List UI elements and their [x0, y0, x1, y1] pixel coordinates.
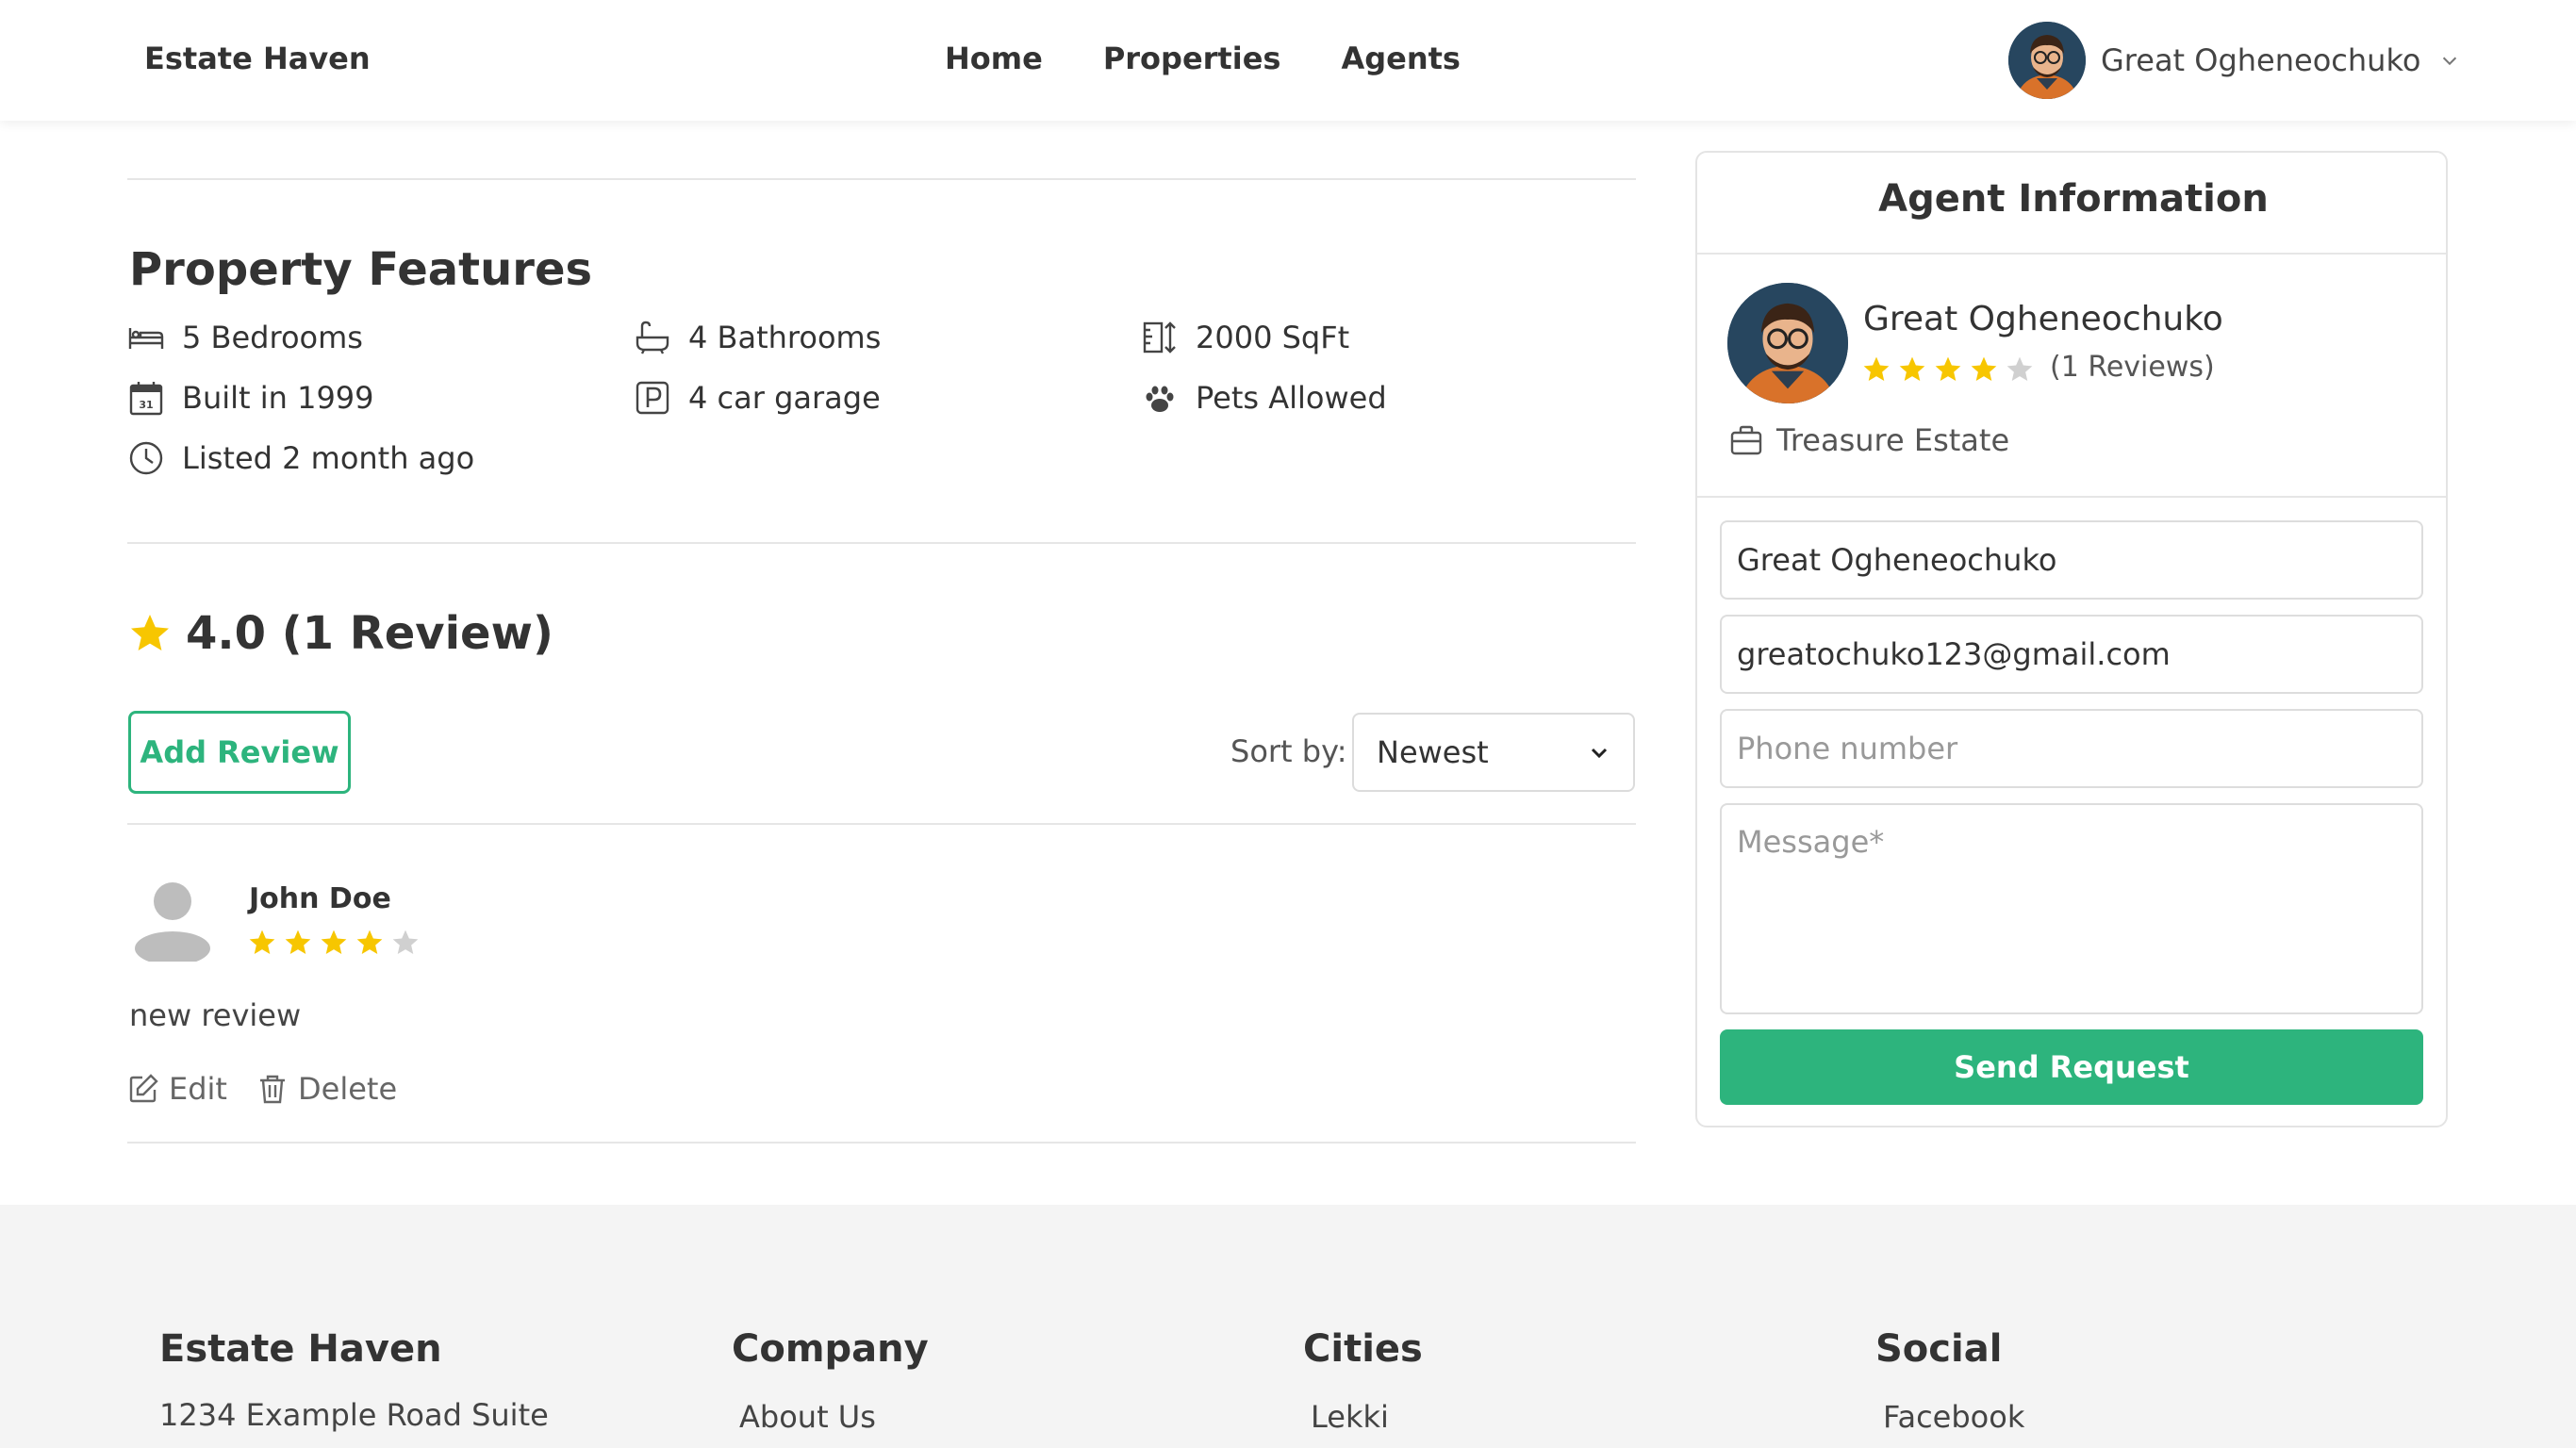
- edit-icon: [129, 1074, 158, 1103]
- feature-area: 2000 SqFt: [1141, 319, 1349, 356]
- feature-label: 2000 SqFt: [1196, 320, 1350, 355]
- main-nav: Home Properties Agents: [945, 41, 1461, 76]
- feature-label: Built in 1999: [182, 380, 374, 416]
- footer: Estate Haven 1234 Example Road Suite Com…: [0, 1205, 2576, 1448]
- rating-summary: 4.0 (1 Review): [127, 607, 553, 660]
- section-divider: [127, 823, 1636, 825]
- agent-card-title: Agent Information: [1878, 177, 2269, 221]
- star-filled-icon: [356, 930, 383, 954]
- nav-agents-link[interactable]: Agents: [1341, 41, 1461, 76]
- star-empty-icon: [392, 930, 419, 954]
- star-filled-icon: [1935, 356, 1961, 381]
- email-field[interactable]: greatochuko123@gmail.com: [1720, 615, 2423, 694]
- reviewer-name: John Doe: [249, 882, 391, 915]
- agent-review-count: (1 Reviews): [2050, 351, 2215, 384]
- footer-about-link[interactable]: About Us: [739, 1399, 876, 1435]
- feature-garage: 4 car garage: [634, 379, 881, 417]
- send-request-button[interactable]: Send Request: [1720, 1029, 2423, 1105]
- feature-label: 4 car garage: [688, 380, 881, 416]
- card-divider: [1697, 253, 2446, 255]
- agent-rating-stars: [1861, 354, 2035, 385]
- sort-select[interactable]: Newest: [1352, 713, 1635, 792]
- footer-facebook-link[interactable]: Facebook: [1883, 1399, 2024, 1435]
- chevron-down-icon: [2443, 57, 2457, 66]
- feature-listed: Listed 2 month ago: [127, 439, 474, 477]
- feature-built: 31 Built in 1999: [127, 379, 374, 417]
- footer-address: 1234 Example Road Suite: [159, 1397, 549, 1433]
- card-divider: [1697, 496, 2446, 498]
- sort-label: Sort by:: [1230, 733, 1347, 769]
- star-empty-icon: [2006, 356, 2033, 381]
- feature-bathrooms: 4 Bathrooms: [634, 319, 881, 356]
- agent-card: Agent Information Great Ogheneochuko (1 …: [1695, 151, 2448, 1127]
- name-field[interactable]: Great Ogheneochuko: [1720, 520, 2423, 600]
- star-filled-icon: [1863, 356, 1890, 381]
- section-divider: [127, 542, 1636, 544]
- feature-bedrooms: 5 Bedrooms: [127, 319, 363, 356]
- star-icon: [131, 615, 169, 650]
- agent-agency: Treasure Estate: [1729, 422, 2009, 458]
- section-divider: [127, 1142, 1636, 1144]
- top-navbar: Estate Haven Home Properties Agents Grea…: [0, 0, 2576, 121]
- review-text: new review: [129, 997, 302, 1033]
- star-filled-icon: [285, 930, 311, 954]
- star-filled-icon: [1899, 356, 1925, 381]
- edit-label: Edit: [169, 1071, 227, 1107]
- clock-icon: [129, 441, 163, 475]
- briefcase-icon: [1730, 425, 1762, 455]
- star-filled-icon: [321, 930, 347, 954]
- features-title: Property Features: [129, 243, 593, 296]
- section-divider: [127, 178, 1636, 180]
- feature-label: 5 Bedrooms: [182, 320, 363, 355]
- footer-cities-title: Cities: [1303, 1327, 1423, 1371]
- trash-icon: [260, 1075, 285, 1104]
- svg-text:31: 31: [139, 399, 153, 411]
- user-avatar: [2008, 22, 2086, 99]
- paw-icon: [1146, 386, 1174, 412]
- agent-avatar: [1727, 283, 1848, 403]
- feature-pets: Pets Allowed: [1141, 379, 1387, 417]
- message-field[interactable]: Message*: [1720, 803, 2423, 1014]
- footer-company-title: Company: [732, 1327, 929, 1371]
- bathtub-icon: [636, 321, 669, 354]
- rating-summary-text: 4.0 (1 Review): [186, 607, 553, 660]
- star-filled-icon: [249, 930, 275, 954]
- nav-home-link[interactable]: Home: [945, 41, 1043, 76]
- parking-icon: [636, 381, 669, 415]
- reviewer-avatar-icon: [135, 882, 210, 962]
- footer-social-title: Social: [1875, 1327, 2003, 1371]
- edit-review-button[interactable]: Edit: [127, 1071, 227, 1107]
- delete-review-button[interactable]: Delete: [256, 1071, 397, 1107]
- user-name: Great Ogheneochuko: [2101, 42, 2421, 78]
- add-review-button[interactable]: Add Review: [128, 711, 351, 794]
- feature-label: 4 Bathrooms: [688, 320, 882, 355]
- footer-brand-title: Estate Haven: [159, 1327, 442, 1371]
- phone-field[interactable]: Phone number: [1720, 709, 2423, 788]
- area-icon: [1143, 321, 1176, 354]
- feature-label: Pets Allowed: [1196, 380, 1387, 416]
- bed-icon: [128, 328, 164, 349]
- brand-logo[interactable]: Estate Haven: [144, 41, 371, 76]
- nav-properties-link[interactable]: Properties: [1103, 41, 1281, 76]
- delete-label: Delete: [298, 1071, 398, 1107]
- sort-select-value: Newest: [1377, 734, 1489, 770]
- star-filled-icon: [1971, 356, 1997, 381]
- user-menu[interactable]: Great Ogheneochuko: [2008, 22, 2460, 99]
- review-rating-stars: [247, 928, 421, 958]
- agency-name: Treasure Estate: [1776, 422, 2010, 458]
- footer-city-link[interactable]: Lekki: [1311, 1399, 1389, 1435]
- calendar-icon: 31: [129, 382, 163, 416]
- chevron-down-icon: [1591, 748, 1608, 759]
- feature-label: Listed 2 month ago: [182, 440, 475, 476]
- agent-name: Great Ogheneochuko: [1863, 300, 2223, 338]
